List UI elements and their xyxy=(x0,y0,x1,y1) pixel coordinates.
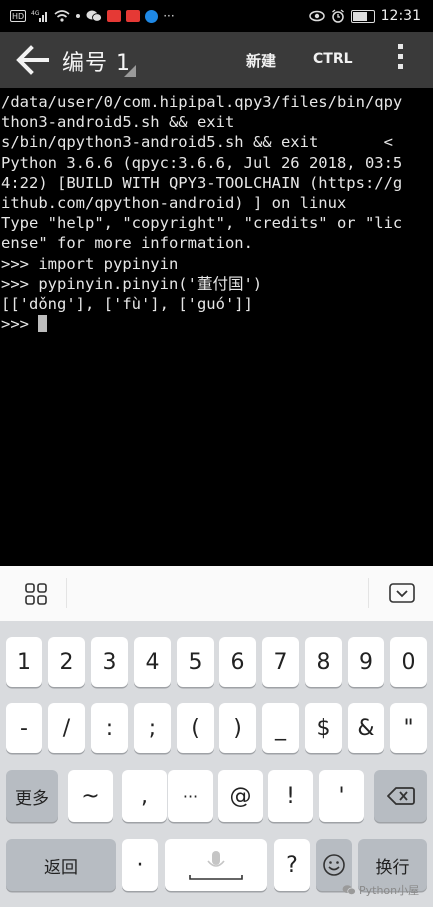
key-dollar[interactable]: $ xyxy=(305,703,342,753)
key-hyphen[interactable]: - xyxy=(6,703,42,753)
terminal-line: [['dǒng'], ['fù'], ['guó']] xyxy=(1,294,253,313)
terminal-line: /data/user/0/com.hipipal.qpy3/files/bin/… xyxy=(1,93,403,111)
terminal-line: >>> pypinyin.pinyin('董付国') xyxy=(1,274,263,293)
key-3[interactable]: 3 xyxy=(91,637,128,687)
terminal-line: thon3-android5.sh && exit xyxy=(1,113,235,132)
wifi-icon xyxy=(54,9,70,23)
key-at[interactable]: @ xyxy=(218,770,263,822)
key-2[interactable]: 2 xyxy=(48,637,85,687)
svg-text:4G: 4G xyxy=(31,10,40,17)
back-arrow-icon[interactable] xyxy=(14,44,50,76)
watermark: Python小屋 xyxy=(342,882,419,898)
wechat-icon xyxy=(86,9,103,23)
key-tilde[interactable]: ~ xyxy=(68,770,113,822)
hide-keyboard-icon[interactable] xyxy=(389,582,415,604)
terminal-prompt-line[interactable]: >>> xyxy=(1,314,402,334)
wechat-watermark-icon xyxy=(342,885,356,895)
key-6[interactable]: 6 xyxy=(219,637,256,687)
key-ampersand[interactable]: & xyxy=(348,703,384,753)
key-0[interactable]: 0 xyxy=(390,637,427,687)
terminal-prompt: >>> xyxy=(1,315,39,334)
new-session-button[interactable]: 新建 xyxy=(246,50,276,71)
app-notification-blue-icon xyxy=(145,9,159,23)
terminal-line: ithub.com/qpython-android) ] on linux xyxy=(1,193,347,212)
more-notifications-icon: ··· xyxy=(163,9,175,23)
key-4[interactable]: 4 xyxy=(134,637,171,687)
signal-icon: 4G xyxy=(31,9,49,23)
screen: HD 4G ··· 12:31 编号 1 新建 CTRL /data/user/… xyxy=(0,0,433,907)
terminal-line: Python 3.6.6 (qpyc:3.6.6, Jul 26 2018, 0… xyxy=(1,153,403,172)
keyboard-menu-grid-icon[interactable] xyxy=(25,583,47,605)
terminal-line: ense" for more information. xyxy=(1,234,253,253)
terminal-cursor xyxy=(38,315,48,333)
eye-icon xyxy=(308,9,325,23)
status-bar-left: HD 4G ··· xyxy=(10,6,175,26)
hd-icon: HD xyxy=(10,10,27,22)
more-symbols-key[interactable]: 更多 xyxy=(6,770,58,822)
action-bar: 编号 1 新建 CTRL xyxy=(0,32,433,88)
status-bar: HD 4G ··· 12:31 xyxy=(0,0,433,32)
key-colon[interactable]: : xyxy=(91,703,128,753)
watermark-text: Python小屋 xyxy=(359,884,420,897)
key-double-quote[interactable]: " xyxy=(390,703,427,753)
key-left-paren[interactable]: ( xyxy=(177,703,214,753)
keyboard-toolbar xyxy=(0,566,433,622)
backspace-icon xyxy=(386,787,415,805)
dot-icon xyxy=(75,9,81,23)
terminal-line: 4:22) [BUILD WITH QPY3-TOOLCHAIN (https:… xyxy=(1,173,403,192)
terminal-line: s/bin/qpython3-android5.sh && exit < xyxy=(1,133,393,152)
alarm-icon xyxy=(331,9,345,23)
app-notification-red-icon xyxy=(107,10,122,22)
key-8[interactable]: 8 xyxy=(305,637,342,687)
session-title[interactable]: 编号 1 xyxy=(62,45,131,77)
key-7[interactable]: 7 xyxy=(262,637,299,687)
terminal-line: Type "help", "copyright", "credits" or "… xyxy=(1,214,403,233)
return-key[interactable]: 返回 xyxy=(6,839,116,891)
battery-icon xyxy=(350,9,375,23)
status-time: 12:31 xyxy=(380,8,421,24)
toolbar-divider xyxy=(66,578,67,608)
key-question[interactable]: ? xyxy=(274,839,310,891)
soft-keyboard: 1 2 3 4 5 6 7 8 9 0 - / : ; ( ) _ $ & " … xyxy=(0,621,433,907)
terminal-lines: /data/user/0/com.hipipal.qpy3/files/bin/… xyxy=(1,92,402,334)
terminal-line: >>> import pypinyin xyxy=(1,254,179,273)
space-key[interactable] xyxy=(165,839,267,891)
status-bar-right: 12:31 xyxy=(308,6,421,26)
key-comma[interactable]: , xyxy=(122,770,167,822)
key-middle-dot[interactable]: · xyxy=(122,839,158,891)
key-right-paren[interactable]: ) xyxy=(219,703,256,753)
terminal-output[interactable]: /data/user/0/com.hipipal.qpy3/files/bin/… xyxy=(0,88,433,566)
toolbar-divider xyxy=(368,578,369,608)
backspace-key[interactable] xyxy=(374,770,427,822)
microphone-icon xyxy=(189,851,243,880)
overflow-menu-icon[interactable] xyxy=(393,44,407,76)
key-5[interactable]: 5 xyxy=(177,637,214,687)
session-dropdown-indicator-icon[interactable] xyxy=(124,65,136,77)
app-notification-red2-icon xyxy=(126,10,141,22)
key-semicolon[interactable]: ; xyxy=(134,703,171,753)
key-ellipsis[interactable]: ··· xyxy=(168,770,213,822)
key-slash[interactable]: / xyxy=(48,703,85,753)
emoji-icon xyxy=(323,854,345,876)
key-1[interactable]: 1 xyxy=(6,637,42,687)
ctrl-button[interactable]: CTRL xyxy=(313,51,353,67)
key-9[interactable]: 9 xyxy=(348,637,384,687)
key-underscore[interactable]: _ xyxy=(262,703,299,753)
key-apostrophe[interactable]: ' xyxy=(319,770,364,822)
key-exclamation[interactable]: ! xyxy=(268,770,313,822)
